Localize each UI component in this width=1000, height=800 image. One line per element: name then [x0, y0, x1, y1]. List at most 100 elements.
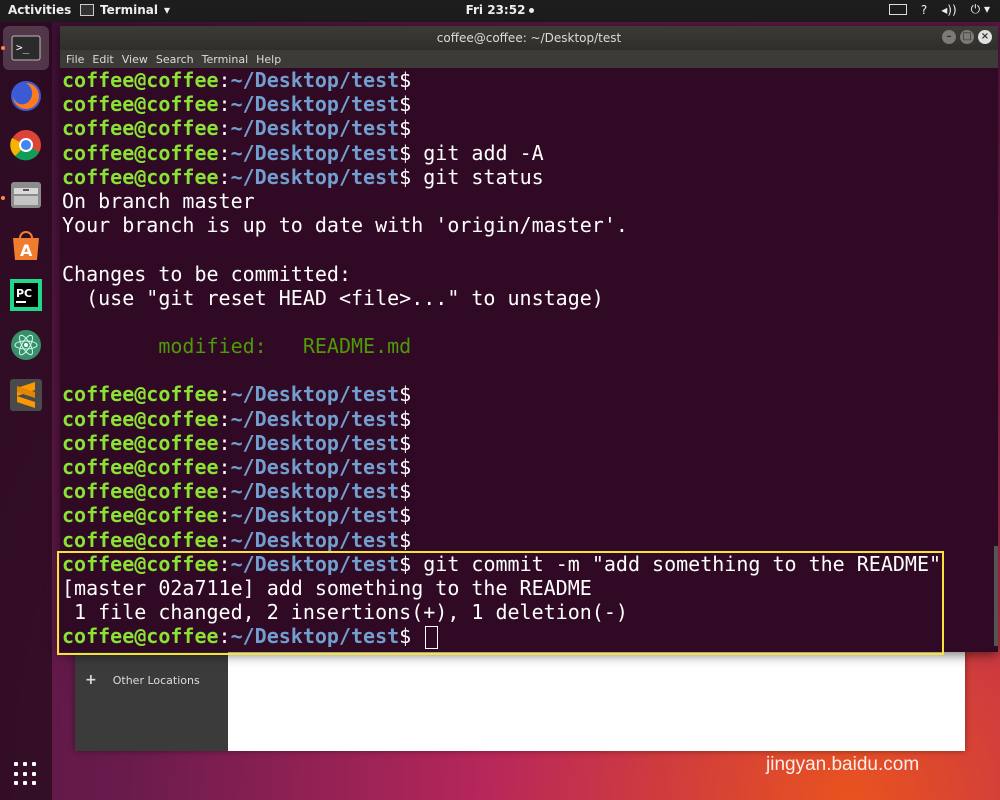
terminal-line: coffee@coffee:~/Desktop/test$	[62, 407, 992, 431]
apps-grid-dot	[32, 781, 36, 786]
prompt-dollar: $	[399, 68, 412, 92]
prompt-separator: :	[218, 92, 231, 117]
prompt-separator: :	[218, 382, 231, 407]
terminal-line: coffee@coffee:~/Desktop/test$	[62, 528, 992, 552]
prompt-user: coffee@coffee	[62, 140, 219, 165]
command-text: git commit -m "add something to the READ…	[411, 551, 942, 576]
menu-file[interactable]: File	[66, 53, 84, 66]
chrome-icon	[10, 130, 41, 161]
prompt-dollar: $	[399, 92, 412, 117]
prompt-path: ~/Desktop/test	[230, 382, 400, 407]
menu-search[interactable]: Search	[156, 53, 194, 66]
prompt-user: coffee@coffee	[62, 68, 219, 92]
software-center-icon: A	[13, 231, 39, 260]
dock-pycharm[interactable]: PC	[7, 276, 45, 314]
terminal-line: coffee@coffee:~/Desktop/test$	[62, 382, 992, 406]
terminal-line: coffee@coffee:~/Desktop/test$	[62, 431, 992, 455]
dock-atom[interactable]	[7, 326, 45, 364]
prompt-path: ~/Desktop/test	[230, 624, 400, 649]
files-sidebar: + Other Locations	[75, 648, 228, 751]
terminal-line: Your branch is up to date with 'origin/m…	[62, 213, 992, 237]
terminal-line: coffee@coffee:~/Desktop/test$ git status	[62, 165, 992, 189]
prompt-path: ~/Desktop/test	[230, 92, 400, 117]
running-indicator	[1, 196, 5, 200]
apps-grid-dot	[23, 771, 27, 776]
menu-bar: File Edit View Search Terminal Help	[60, 50, 998, 68]
prompt-dollar: $	[399, 455, 412, 479]
prompt-user: coffee@coffee	[62, 503, 219, 528]
notification-dot-icon	[529, 8, 535, 13]
terminal-line: coffee@coffee:~/Desktop/test$	[62, 68, 992, 92]
output-text: [master 02a711e] add something to the RE…	[62, 575, 592, 600]
apps-grid-dot	[32, 771, 36, 776]
prompt-path: ~/Desktop/test	[230, 503, 400, 528]
apps-grid-dot	[32, 762, 36, 766]
clock-label: Fri 23:52	[465, 3, 526, 17]
prompt-path: ~/Desktop/test	[230, 140, 400, 165]
sublime-text-icon	[10, 379, 42, 411]
output-text: 1 file changed, 2 insertions(+), 1 delet…	[62, 600, 628, 625]
dock-chrome[interactable]	[7, 126, 45, 164]
terminal-line: [master 02a711e] add something to the RE…	[62, 576, 992, 600]
dock-firefox[interactable]	[7, 77, 45, 115]
prompt-path: ~/Desktop/test	[230, 164, 400, 189]
menu-edit[interactable]: Edit	[92, 53, 113, 66]
prompt-separator: :	[218, 164, 231, 189]
dock-sublime[interactable]	[7, 376, 45, 414]
prompt-user: coffee@coffee	[62, 455, 219, 479]
sidebar-item-label: Other Locations	[112, 673, 200, 687]
running-indicator	[1, 46, 5, 50]
plus-icon: +	[85, 672, 97, 688]
prompt-path: ~/Desktop/test	[230, 116, 400, 141]
sidebar-item-other-locations[interactable]: + Other Locations	[85, 672, 200, 688]
modified-file-line: modified: README.md	[62, 334, 412, 359]
terminal-line: modified: README.md	[62, 334, 992, 358]
dock-terminal[interactable]: >_	[3, 26, 49, 70]
watermark-brand: Bai 经验	[770, 704, 915, 745]
prompt-user: coffee@coffee	[62, 116, 219, 141]
terminal-line: 1 file changed, 2 insertions(+), 1 delet…	[62, 600, 992, 624]
prompt-path: ~/Desktop/test	[230, 479, 400, 504]
prompt-user: coffee@coffee	[62, 164, 219, 189]
prompt-dollar: $	[399, 382, 412, 407]
prompt-user: coffee@coffee	[62, 92, 219, 117]
prompt-separator: :	[218, 551, 231, 576]
dock-software[interactable]: A	[7, 226, 45, 264]
maximize-button[interactable]: □	[960, 30, 974, 44]
prompt-separator: :	[218, 116, 231, 141]
prompt-path: ~/Desktop/test	[230, 430, 400, 455]
clock[interactable]: Fri 23:52	[0, 3, 1000, 17]
terminal-output[interactable]: coffee@coffee:~/Desktop/test$ coffee@coff…	[62, 68, 992, 652]
power-icon[interactable]: ⏻ ▾	[971, 2, 990, 17]
volume-icon[interactable]: ◂))	[941, 3, 956, 17]
apps-grid-dot	[14, 771, 18, 776]
command-text: git status	[411, 164, 544, 189]
menu-terminal[interactable]: Terminal	[202, 53, 249, 66]
prompt-user: coffee@coffee	[62, 479, 219, 504]
title-bar[interactable]: coffee@coffee: ~/Desktop/test – □ ×	[60, 26, 998, 50]
minimize-button[interactable]: –	[942, 30, 956, 44]
prompt-dollar: $	[399, 140, 412, 165]
prompt-dollar: $	[399, 624, 412, 649]
prompt-user: coffee@coffee	[62, 406, 219, 431]
prompt-user: coffee@coffee	[62, 430, 219, 455]
keyboard-icon[interactable]	[888, 4, 907, 15]
prompt-dollar: $	[399, 479, 412, 504]
terminal-line: coffee@coffee:~/Desktop/test$	[62, 455, 992, 479]
terminal-line: coffee@coffee:~/Desktop/test$	[62, 624, 992, 650]
output-text: Your branch is up to date with 'origin/m…	[62, 213, 628, 238]
scrollbar[interactable]	[994, 546, 998, 646]
menu-help[interactable]: Help	[256, 53, 281, 66]
dock: >_ A PC	[0, 22, 52, 800]
menu-view[interactable]: View	[122, 53, 148, 66]
system-tray[interactable]: ? ◂)) ⏻ ▾	[888, 2, 990, 17]
prompt-separator: :	[218, 406, 231, 431]
prompt-user: coffee@coffee	[62, 382, 219, 407]
show-applications-button[interactable]	[14, 762, 38, 786]
close-button[interactable]: ×	[978, 30, 992, 44]
accessibility-icon[interactable]: ?	[921, 3, 927, 17]
dock-files[interactable]	[7, 176, 45, 214]
terminal-line: coffee@coffee:~/Desktop/test$ git commit…	[62, 552, 992, 576]
terminal-window[interactable]: coffee@coffee: ~/Desktop/test – □ × File…	[60, 26, 998, 652]
